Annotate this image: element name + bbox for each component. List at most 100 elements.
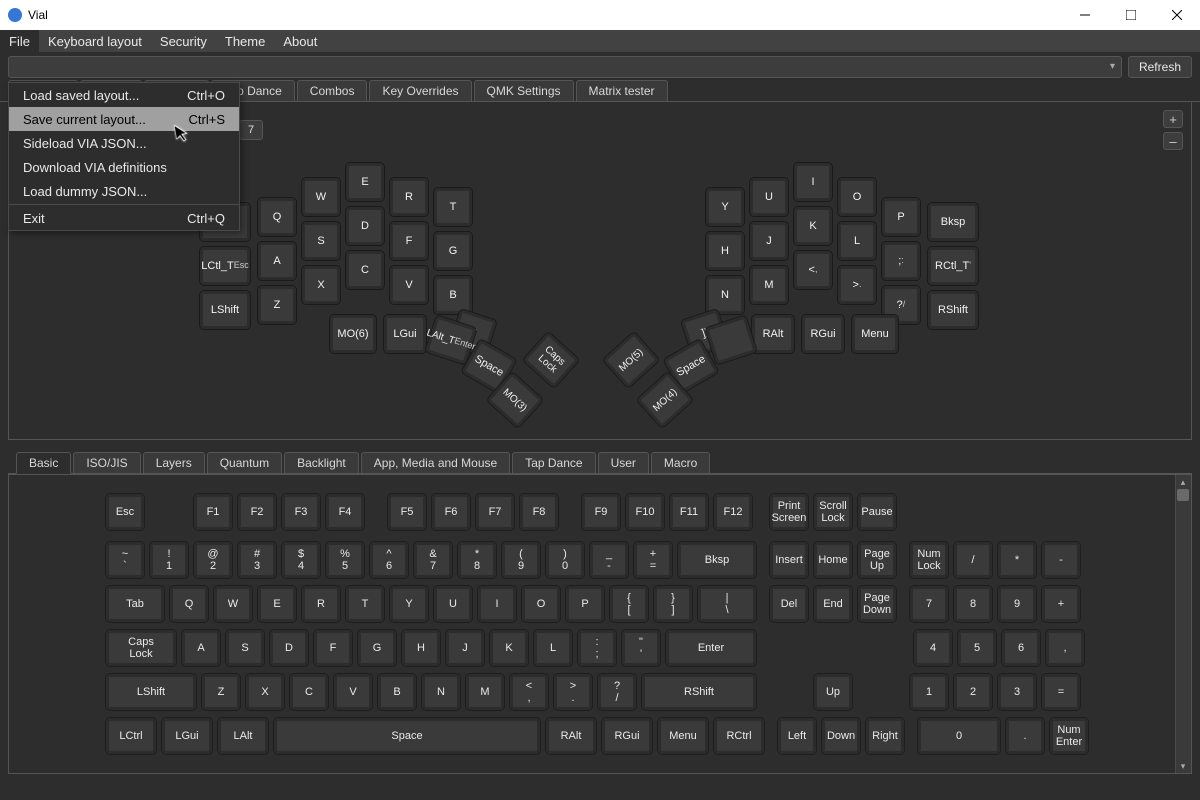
keycode-button[interactable]: Z <box>201 673 241 711</box>
keycap[interactable]: O <box>837 177 877 217</box>
keycap[interactable]: M <box>749 265 789 305</box>
keycode-button[interactable]: Y <box>389 585 429 623</box>
keycode-button[interactable]: >. <box>553 673 593 711</box>
keycap[interactable]: B <box>433 275 473 315</box>
keycode-button[interactable]: , <box>1045 629 1085 667</box>
keycode-button[interactable]: LCtrl <box>105 717 157 755</box>
keycap[interactable]: Q <box>257 197 297 237</box>
keycode-button[interactable]: D <box>269 629 309 667</box>
keycode-button[interactable]: O <box>521 585 561 623</box>
keycap[interactable]: RAlt <box>751 314 795 354</box>
keycode-button[interactable]: "' <box>621 629 661 667</box>
keycode-button[interactable]: 5 <box>957 629 997 667</box>
main-tab[interactable]: Matrix tester <box>576 80 668 101</box>
main-tab[interactable]: QMK Settings <box>474 80 574 101</box>
keycode-button[interactable]: F6 <box>431 493 471 531</box>
keycap[interactable]: RCtl_T' <box>927 246 979 286</box>
zoom-out-button[interactable]: – <box>1163 132 1183 150</box>
keycode-button[interactable]: C <box>289 673 329 711</box>
keycap[interactable]: T <box>433 187 473 227</box>
keycap[interactable]: LShift <box>199 290 251 330</box>
keycap[interactable]: A <box>257 241 297 281</box>
keycode-button[interactable]: X <box>245 673 285 711</box>
keycode-button[interactable]: Left <box>777 717 817 755</box>
keycap[interactable]: MO(5) <box>601 330 660 389</box>
keycode-button[interactable]: CapsLock <box>105 629 177 667</box>
keycode-button[interactable]: #3 <box>237 541 277 579</box>
keycode-button[interactable]: F3 <box>281 493 321 531</box>
keycode-button[interactable]: F7 <box>475 493 515 531</box>
keycode-button[interactable]: U <box>433 585 473 623</box>
keycode-button[interactable]: Bksp <box>677 541 757 579</box>
file-menu-item[interactable]: Download VIA definitions <box>9 155 239 179</box>
keycode-button[interactable]: ^6 <box>369 541 409 579</box>
keycode-button[interactable]: I <box>477 585 517 623</box>
keycode-button[interactable]: = <box>1041 673 1081 711</box>
keycode-button[interactable]: RShift <box>641 673 757 711</box>
keycode-button[interactable]: Right <box>865 717 905 755</box>
keycode-tab[interactable]: Basic <box>16 452 71 474</box>
keycap[interactable]: X <box>301 265 341 305</box>
keycode-tab[interactable]: ISO/JIS <box>73 452 140 473</box>
keycode-button[interactable]: L <box>533 629 573 667</box>
keycode-button[interactable]: _- <box>589 541 629 579</box>
keycode-button[interactable]: Home <box>813 541 853 579</box>
keycode-button[interactable]: F1 <box>193 493 233 531</box>
keycode-tab[interactable]: Tap Dance <box>512 452 595 473</box>
keycode-button[interactable]: / <box>953 541 993 579</box>
keycap[interactable]: <, <box>793 250 833 290</box>
keycode-button[interactable]: LGui <box>161 717 213 755</box>
keycode-button[interactable]: + <box>1041 585 1081 623</box>
keycode-button[interactable]: PrintScreen <box>769 493 809 531</box>
keycode-tab[interactable]: Backlight <box>284 452 359 473</box>
keycap[interactable]: P <box>881 197 921 237</box>
keycode-button[interactable]: * <box>997 541 1037 579</box>
layer-indicator[interactable]: 7 <box>239 120 263 140</box>
keycode-button[interactable]: W <box>213 585 253 623</box>
keycode-button[interactable]: E <box>257 585 297 623</box>
keycode-button[interactable]: P <box>565 585 605 623</box>
keycap[interactable]: E <box>345 162 385 202</box>
refresh-button[interactable]: Refresh <box>1128 56 1192 78</box>
keycode-button[interactable]: B <box>377 673 417 711</box>
main-tab[interactable]: Key Overrides <box>369 80 471 101</box>
zoom-in-button[interactable]: + <box>1163 110 1183 128</box>
keycode-button[interactable]: Tab <box>105 585 165 623</box>
keycode-button[interactable]: }] <box>653 585 693 623</box>
keycode-button[interactable]: J <box>445 629 485 667</box>
menu-file[interactable]: File <box>0 30 39 52</box>
keycap[interactable]: Bksp <box>927 202 979 242</box>
keycode-button[interactable]: )0 <box>545 541 585 579</box>
keycode-button[interactable]: - <box>1041 541 1081 579</box>
menu-theme[interactable]: Theme <box>216 30 274 52</box>
scroll-thumb[interactable] <box>1177 489 1189 501</box>
keycode-button[interactable]: NumEnter <box>1049 717 1089 755</box>
keycode-button[interactable]: :; <box>577 629 617 667</box>
keycode-button[interactable]: LAlt <box>217 717 269 755</box>
keycode-button[interactable]: G <box>357 629 397 667</box>
keycap[interactable]: RGui <box>801 314 845 354</box>
keycap[interactable]: V <box>389 265 429 305</box>
keycode-button[interactable]: H <box>401 629 441 667</box>
keycode-button[interactable]: 9 <box>997 585 1037 623</box>
keycode-button[interactable]: F12 <box>713 493 753 531</box>
keycap[interactable]: LGui <box>383 314 427 354</box>
keycode-button[interactable]: RCtrl <box>713 717 765 755</box>
keycap[interactable]: W <box>301 177 341 217</box>
keycap[interactable]: Caps Lock <box>521 330 580 389</box>
keycode-button[interactable]: Down <box>821 717 861 755</box>
keycap[interactable]: >. <box>837 265 877 305</box>
keycode-button[interactable]: Pause <box>857 493 897 531</box>
keycode-button[interactable]: Del <box>769 585 809 623</box>
window-close-button[interactable] <box>1154 0 1200 30</box>
keycode-button[interactable]: !1 <box>149 541 189 579</box>
keycode-button[interactable]: |\ <box>697 585 757 623</box>
keycode-button[interactable]: 8 <box>953 585 993 623</box>
window-minimize-button[interactable] <box>1062 0 1108 30</box>
keycode-button[interactable]: 6 <box>1001 629 1041 667</box>
keycode-button[interactable]: PageDown <box>857 585 897 623</box>
keycap[interactable]: MO(6) <box>329 314 377 354</box>
keycode-tab[interactable]: User <box>598 452 649 473</box>
keycode-button[interactable]: F4 <box>325 493 365 531</box>
keycode-button[interactable]: 1 <box>909 673 949 711</box>
